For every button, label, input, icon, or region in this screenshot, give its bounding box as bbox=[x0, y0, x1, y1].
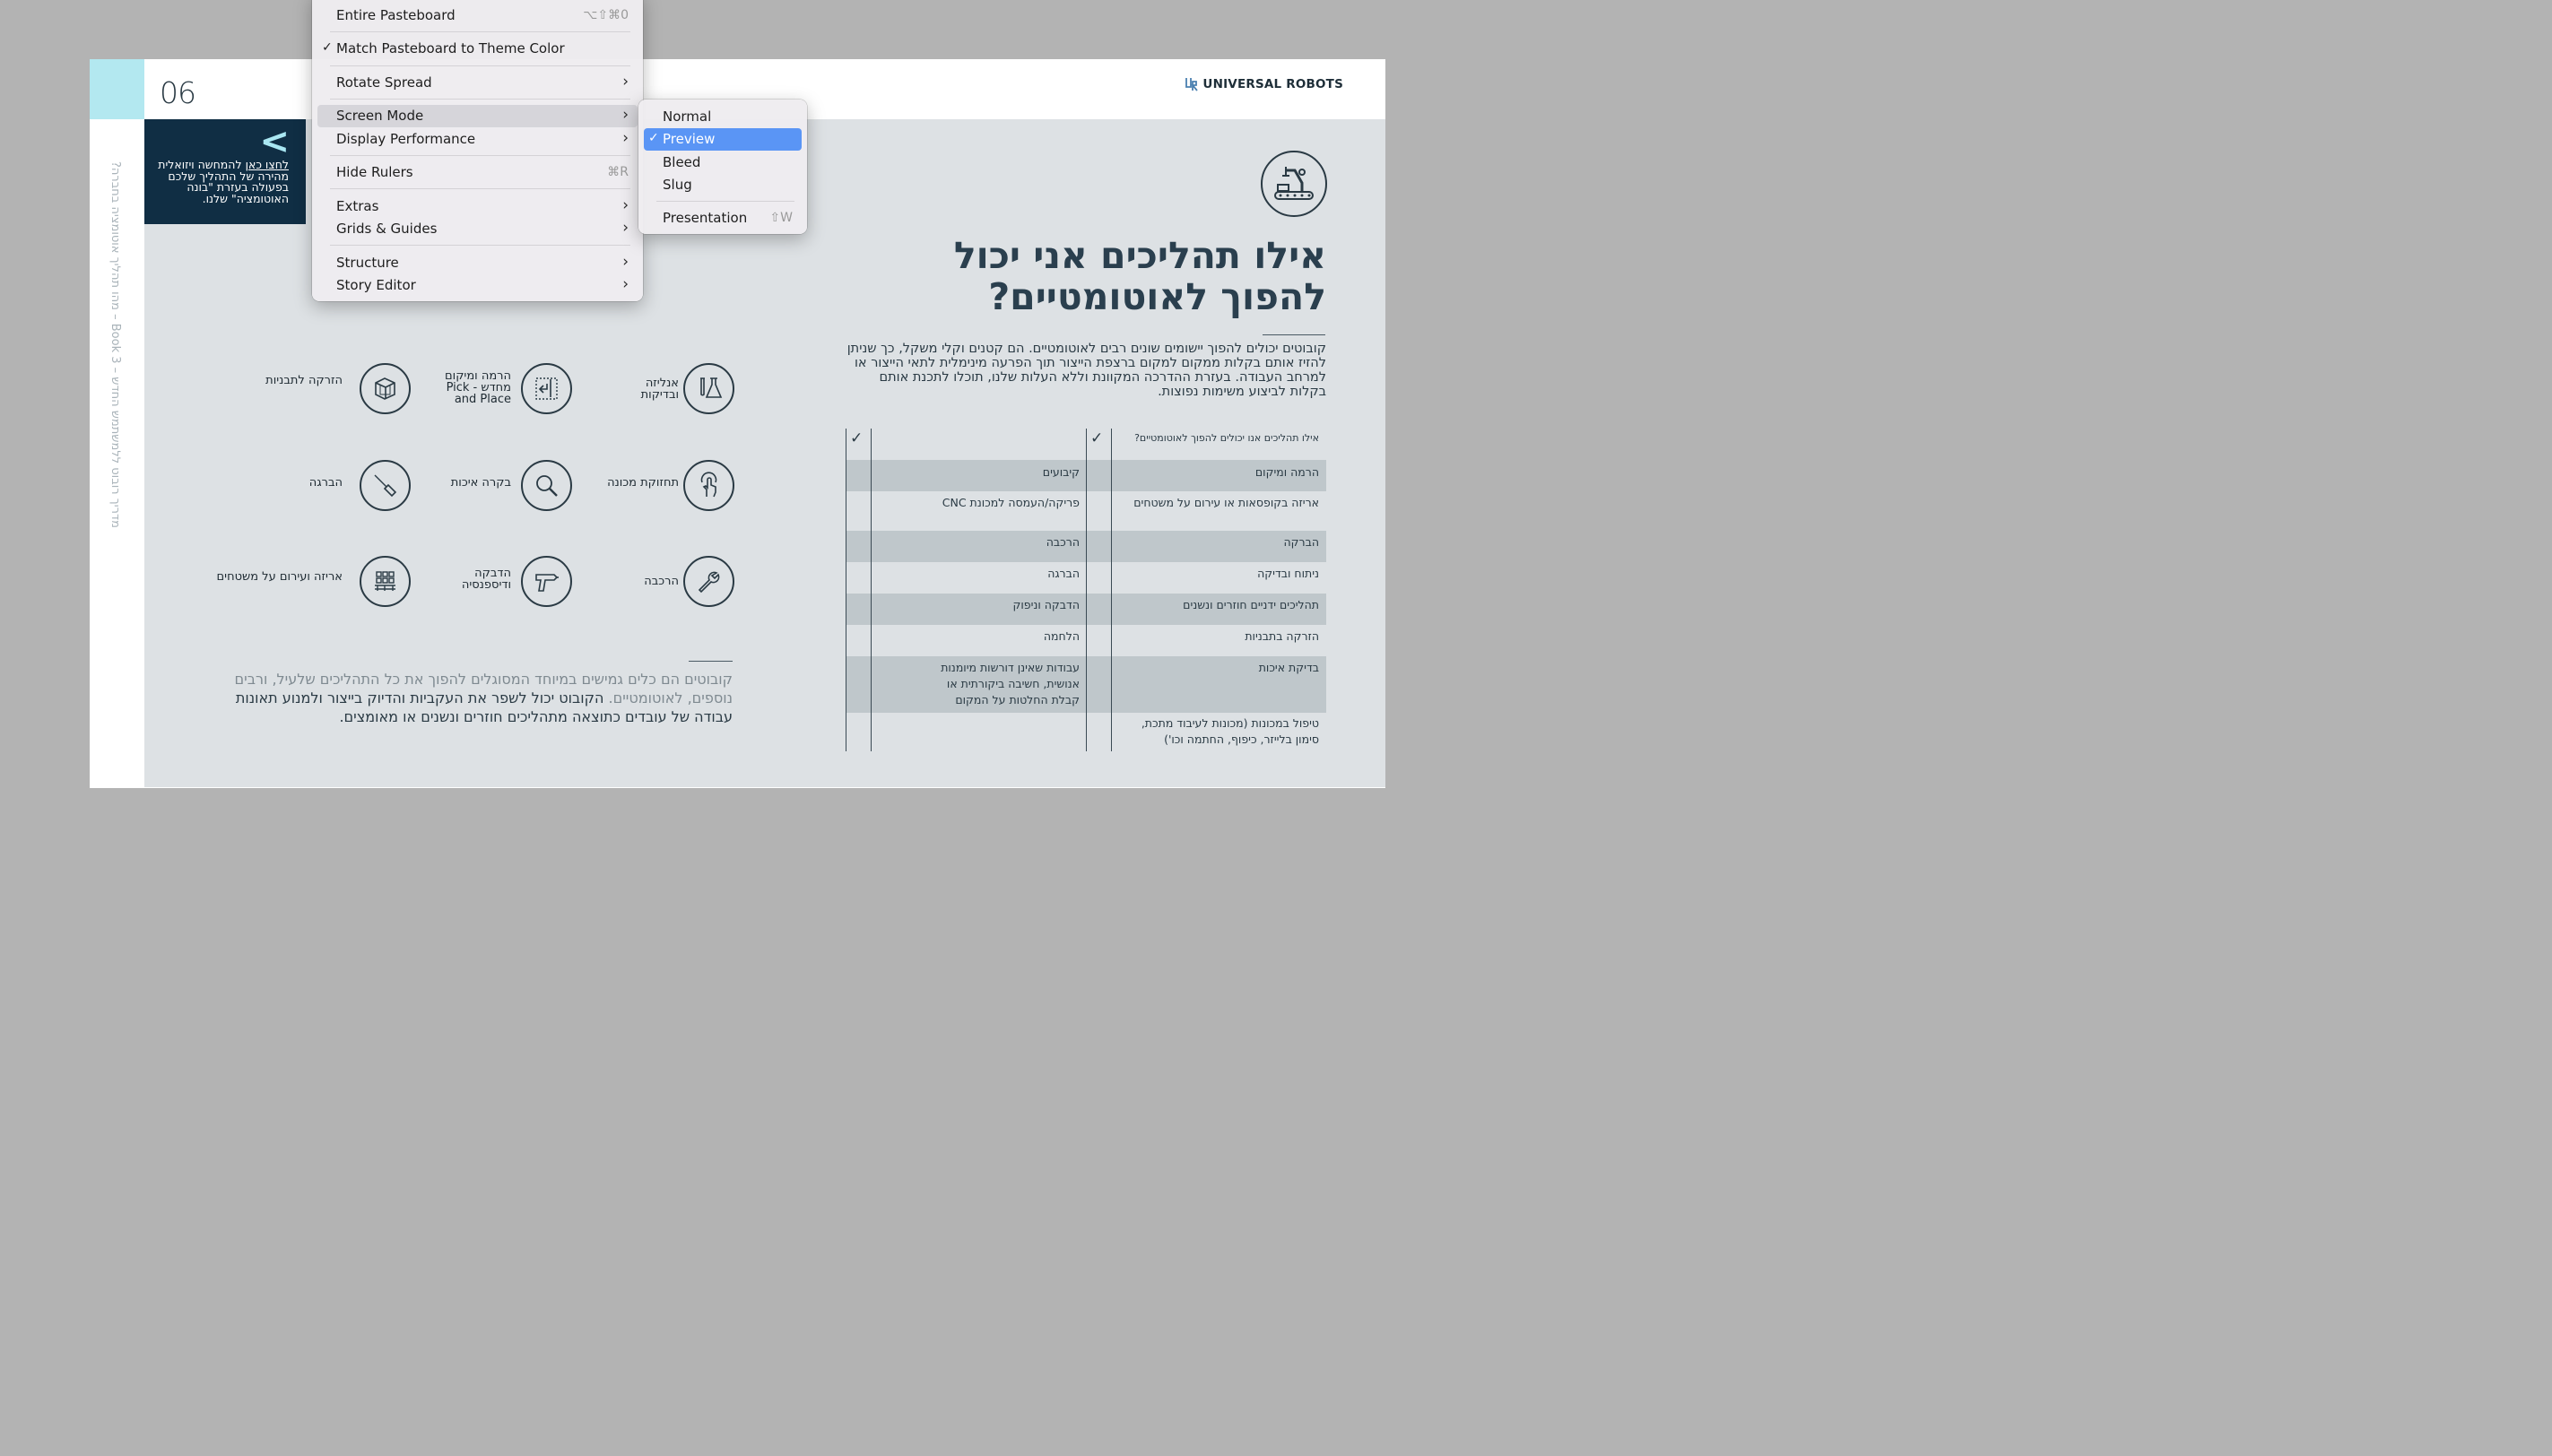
menu-item-extras[interactable]: Extras › bbox=[317, 195, 638, 218]
side-running-text: מדריך רובוט ללמשתמש החדש – Book 3 – מהו … bbox=[109, 161, 122, 528]
table-cell: ניתוח ובדיקה bbox=[1257, 567, 1319, 580]
lab-flask-icon bbox=[683, 363, 734, 414]
table-cell: טיפול במכונות (מכונות לעיבוד מתכת, סימון… bbox=[1141, 716, 1319, 746]
menu-separator bbox=[656, 201, 794, 202]
icon-label: הרכבה bbox=[644, 575, 679, 588]
table-cell: בדיקת איכות bbox=[1258, 661, 1319, 674]
chevron-right-icon: › bbox=[622, 275, 629, 293]
icon-label: אנליזה ובדיקות bbox=[640, 377, 679, 402]
submenu-item-slug[interactable]: Slug bbox=[644, 174, 802, 196]
table-cell: תהליכים ידניים חוזרים ונשנים bbox=[1183, 598, 1319, 611]
checkmark-icon: ✓ bbox=[850, 429, 864, 447]
page-corner-accent bbox=[90, 59, 144, 119]
checkmark-icon: ✓ bbox=[648, 131, 659, 145]
magnifier-icon bbox=[521, 460, 572, 511]
page-number: 06 bbox=[160, 75, 196, 110]
table-cell: הדבקה וניפוק bbox=[1012, 598, 1080, 611]
chevron-right-icon: › bbox=[622, 129, 629, 147]
title-divider bbox=[1263, 334, 1325, 335]
menu-item-rotate-spread[interactable]: Rotate Spread › bbox=[317, 72, 638, 94]
menu-separator bbox=[330, 155, 630, 156]
view-menu: Entire Pasteboard ⌥⇧⌘0 ✓ Match Pasteboard … bbox=[312, 0, 643, 301]
screen-mode-submenu: Normal ✓ Preview Bleed Slug Presentation ⇧… bbox=[638, 100, 807, 234]
pick-place-icon bbox=[521, 363, 572, 414]
chevron-right-icon: › bbox=[622, 219, 629, 237]
submenu-item-bleed[interactable]: Bleed bbox=[644, 152, 802, 174]
checkmark-icon: ✓ bbox=[1090, 429, 1104, 447]
table-header: אילו תהליכים אנו יכולים להפוך לאוטומטיים… bbox=[1134, 432, 1319, 444]
menu-item-match-pasteboard[interactable]: ✓ Match Pasteboard to Theme Color bbox=[317, 38, 638, 60]
menu-item-grids-guides[interactable]: Grids & Guides › bbox=[317, 218, 638, 240]
menu-item-hide-rulers[interactable]: Hide Rulers ⌘R bbox=[317, 161, 638, 184]
table-divider bbox=[1086, 429, 1087, 751]
intro-paragraph: קובוטים יכולים להפוך יישומים שונים רבים … bbox=[846, 342, 1326, 399]
menu-separator bbox=[330, 99, 630, 100]
icon-label: תחזוקת מכונה bbox=[607, 476, 679, 490]
bottom-divider bbox=[689, 661, 733, 662]
menu-separator bbox=[330, 188, 630, 189]
table-cell: הברגה bbox=[1047, 567, 1080, 580]
logo-text: UNIVERSAL ROBOTS bbox=[1202, 77, 1343, 91]
table-cell: הרכבה bbox=[1046, 535, 1080, 549]
bottom-paragraph: קובוטים הם כלים גמישים במיוחד המסוגלים ל… bbox=[208, 670, 733, 726]
table-cell: הרמה ומיקום bbox=[1254, 465, 1319, 479]
menu-separator bbox=[330, 245, 630, 246]
icon-label: הדבקה ודיספנסיה bbox=[461, 567, 511, 592]
glue-gun-icon bbox=[521, 556, 572, 607]
hand-touch-icon bbox=[683, 460, 734, 511]
menu-separator bbox=[330, 65, 630, 66]
menu-item-entire-pasteboard[interactable]: Entire Pasteboard ⌥⇧⌘0 bbox=[317, 4, 638, 27]
checkmark-icon: ✓ bbox=[322, 40, 333, 55]
mold-cube-icon bbox=[360, 363, 411, 414]
nav-link-text[interactable]: לחצו כאן להמחשה ויזואלית מהירה של התהליך… bbox=[154, 159, 289, 204]
table-cell: פריקה/העמסה למכונת CNC bbox=[942, 496, 1080, 509]
submenu-item-presentation[interactable]: Presentation ⇧W bbox=[644, 207, 802, 230]
back-arrow-icon[interactable]: < bbox=[259, 121, 290, 162]
submenu-item-preview[interactable]: ✓ Preview bbox=[644, 128, 802, 151]
menu-item-screen-mode[interactable]: Screen Mode › bbox=[317, 105, 638, 127]
menu-item-display-performance[interactable]: Display Performance › bbox=[317, 128, 638, 151]
table-cell: קיבועים bbox=[1042, 465, 1080, 479]
automation-builder-link-box[interactable]: < לחצו כאן להמחשה ויזואלית מהירה של התהל… bbox=[144, 119, 306, 224]
universal-robots-logo: UNIVERSAL ROBOTS bbox=[1185, 77, 1343, 91]
icon-label: הזרקה לתבניות bbox=[265, 374, 343, 387]
menu-item-structure[interactable]: Structure › bbox=[317, 252, 638, 274]
chevron-right-icon: › bbox=[622, 196, 629, 214]
shortcut-label: ⌘R bbox=[607, 165, 629, 179]
table-divider bbox=[871, 429, 872, 751]
pallet-boxes-icon bbox=[360, 556, 411, 607]
table-cell: הלחמה bbox=[1043, 629, 1080, 643]
shortcut-label: ⌥⇧⌘0 bbox=[583, 8, 629, 22]
table-cell: אריזה בקופסאות או עירום על משטחים bbox=[1133, 496, 1319, 509]
table-cell: הזרקה בתבניות bbox=[1245, 629, 1319, 643]
shortcut-label: ⇧W bbox=[769, 211, 793, 225]
ur-logo-icon bbox=[1185, 78, 1199, 91]
icon-label: בקרה איכות bbox=[450, 476, 511, 490]
menu-separator bbox=[330, 31, 630, 32]
wrench-icon bbox=[683, 556, 734, 607]
table-cell: הברקה bbox=[1283, 535, 1319, 549]
chevron-right-icon: › bbox=[622, 73, 629, 91]
icon-label: אריזה ועירום על משטחים bbox=[216, 570, 343, 584]
menu-item-story-editor[interactable]: Story Editor › bbox=[317, 274, 638, 297]
table-divider bbox=[1111, 429, 1112, 751]
screwdriver-icon bbox=[360, 460, 411, 511]
icon-label: הברגה bbox=[308, 476, 343, 490]
chevron-right-icon: › bbox=[622, 253, 629, 271]
page-title: אילו תהליכים אני יכול להפוך לאוטומטיים? bbox=[953, 234, 1326, 318]
chevron-right-icon: › bbox=[622, 106, 629, 124]
table-cell: עבודות שאינן דורשות מיומנות אנושית, חשיב… bbox=[941, 661, 1080, 706]
submenu-item-normal[interactable]: Normal bbox=[644, 106, 802, 128]
icon-label: הרמה ומיקום מחדש - Pick and Place bbox=[445, 369, 511, 406]
robot-arm-icon bbox=[1261, 151, 1327, 217]
